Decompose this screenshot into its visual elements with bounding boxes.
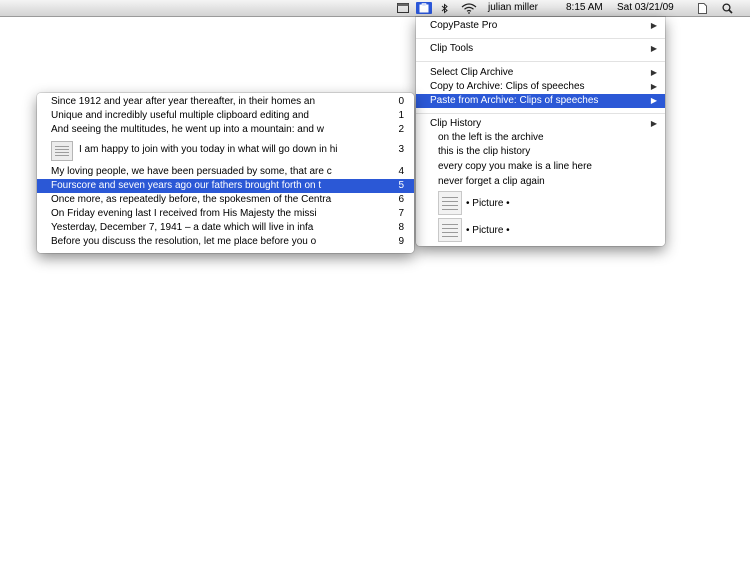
submenu-arrow-icon: ▶ (650, 21, 657, 30)
clip-number: 2 (398, 124, 404, 135)
menu-item-label: Clip History (430, 118, 482, 129)
clip-item-6[interactable]: Once more, as repeatedly before, the spo… (37, 193, 414, 207)
bluetooth-icon[interactable] (440, 2, 450, 14)
clip-number: 6 (398, 194, 404, 205)
window-icon[interactable] (396, 2, 410, 14)
menu-item-label: Copy to Archive: Clips of speeches (430, 81, 585, 92)
clip-number: 4 (398, 166, 404, 177)
submenu-arrow-icon: ▶ (650, 119, 657, 128)
clip-number: 5 (398, 180, 404, 191)
picture-label: • Picture • (466, 197, 510, 209)
document-thumbnail-icon (51, 141, 73, 161)
submenu-arrow-icon: ▶ (650, 96, 657, 105)
menu-separator (416, 113, 665, 114)
picture-thumbnail-icon (438, 191, 462, 215)
clip-number: 7 (398, 208, 404, 219)
clip-item-8[interactable]: Yesterday, December 7, 1941 – a date whi… (37, 221, 414, 235)
picture-thumbnail-icon (438, 218, 462, 242)
archive-clips-menu: Since 1912 and year after year thereafte… (37, 93, 414, 253)
menu-item-paste-from-archive[interactable]: Paste from Archive: Clips of speeches ▶ (416, 94, 665, 108)
clip-text: Yesterday, December 7, 1941 – a date whi… (51, 222, 314, 233)
menu-item-label: Paste from Archive: Clips of speeches (430, 95, 599, 106)
app-menu: CopyPaste Pro ▶ Clip Tools ▶ Select Clip… (416, 17, 665, 246)
clip-number: 1 (398, 110, 404, 121)
clip-text: Unique and incredibly useful multiple cl… (51, 110, 309, 121)
clip-number: 3 (398, 144, 404, 155)
clip-number: 9 (398, 236, 404, 247)
menu-item-label: CopyPaste Pro (430, 20, 498, 31)
clip-item-4[interactable]: My loving people, we have been persuaded… (37, 165, 414, 179)
clip-app-icon[interactable] (416, 2, 432, 14)
clip-number: 8 (398, 222, 404, 233)
history-picture-item[interactable]: • Picture • (438, 191, 510, 215)
menu-item-copypaste-pro[interactable]: CopyPaste Pro ▶ (416, 19, 665, 33)
clip-text: Since 1912 and year after year thereafte… (51, 96, 316, 107)
submenu-arrow-icon: ▶ (650, 44, 657, 53)
clip-text: Fourscore and seven years ago our father… (51, 180, 322, 191)
menu-item-clip-history[interactable]: Clip History ▶ (416, 117, 665, 131)
clip-text: My loving people, we have been persuaded… (51, 166, 332, 177)
spotlight-icon[interactable] (720, 2, 734, 14)
clip-item-9[interactable]: Before you discuss the resolution, let m… (37, 235, 414, 249)
menu-bar: julian miller 8:15 AM Sat 03/21/09 (0, 0, 750, 17)
wifi-icon[interactable] (460, 2, 478, 14)
menu-separator (416, 61, 665, 62)
clip-text: Once more, as repeatedly before, the spo… (51, 194, 332, 205)
history-item[interactable]: every copy you make is a line here (438, 160, 592, 174)
clip-text: I am happy to join with you today in wha… (79, 144, 338, 155)
menu-item-label: Select Clip Archive (430, 67, 514, 78)
clip-text: Before you discuss the resolution, let m… (51, 236, 317, 247)
menubar-user[interactable]: julian miller (488, 0, 538, 16)
clip-item-3[interactable]: I am happy to join with you today in wha… (37, 139, 414, 161)
menu-item-clip-tools[interactable]: Clip Tools ▶ (416, 42, 665, 56)
menu-item-select-clip-archive[interactable]: Select Clip Archive ▶ (416, 66, 665, 80)
clip-item-7[interactable]: On Friday evening last I received from H… (37, 207, 414, 221)
clip-number: 0 (398, 96, 404, 107)
menu-item-copy-to-archive[interactable]: Copy to Archive: Clips of speeches ▶ (416, 80, 665, 94)
menubar-date[interactable]: Sat 03/21/09 (617, 0, 674, 16)
picture-label: • Picture • (466, 224, 510, 236)
submenu-arrow-icon: ▶ (650, 82, 657, 91)
history-item[interactable]: never forget a clip again (438, 175, 545, 189)
clip-item-2[interactable]: And seeing the multitudes, he went up in… (37, 123, 414, 137)
page-icon[interactable] (696, 2, 708, 14)
clip-item-0[interactable]: Since 1912 and year after year thereafte… (37, 95, 414, 109)
clip-item-5[interactable]: Fourscore and seven years ago our father… (37, 179, 414, 193)
history-picture-item[interactable]: • Picture • (438, 218, 510, 242)
menubar-time[interactable]: 8:15 AM (566, 0, 603, 16)
clip-item-1[interactable]: Unique and incredibly useful multiple cl… (37, 109, 414, 123)
clip-text: On Friday evening last I received from H… (51, 208, 317, 219)
menu-item-label: Clip Tools (430, 43, 474, 54)
submenu-arrow-icon: ▶ (650, 68, 657, 77)
menu-separator (416, 38, 665, 39)
history-item[interactable]: this is the clip history (438, 145, 530, 159)
history-item[interactable]: on the left is the archive (438, 131, 544, 145)
clip-text: And seeing the multitudes, he went up in… (51, 124, 324, 135)
